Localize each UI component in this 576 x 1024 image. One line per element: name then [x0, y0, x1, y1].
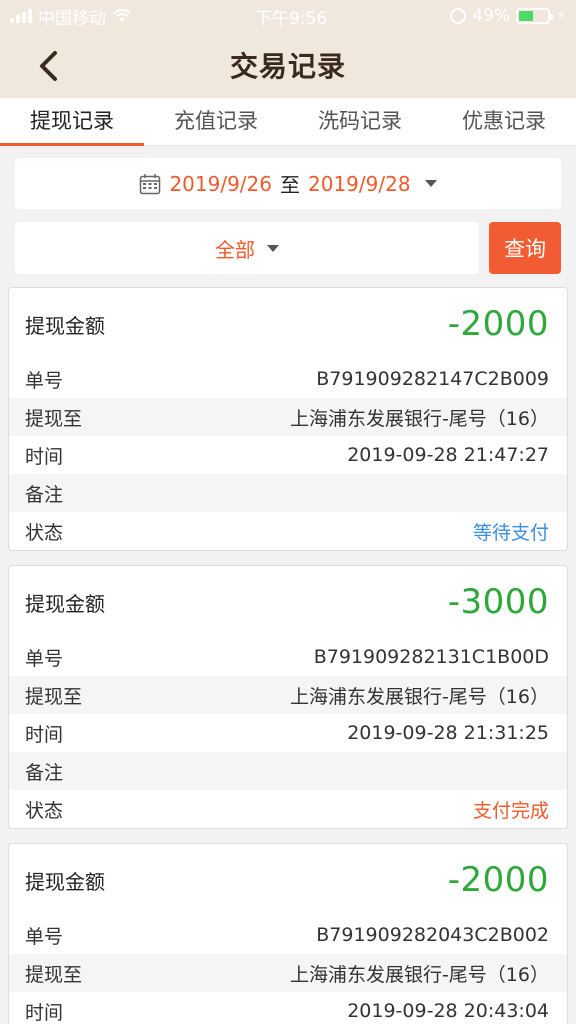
tab-deposit-records[interactable]: 充值记录 — [144, 98, 288, 145]
amount-value: -2000 — [447, 304, 549, 344]
battery-level — [519, 11, 533, 21]
page-title: 交易记录 — [229, 50, 346, 83]
time-label: 时间 — [25, 445, 64, 468]
destination-value: 上海浦东发展银行-尾号（16） — [289, 685, 549, 708]
order-row: 单号 B791909282147C2B009 — [9, 360, 567, 398]
chevron-left-icon — [40, 51, 57, 81]
wifi-icon — [112, 9, 132, 22]
time-row: 时间 2019-09-28 21:47:27 — [9, 436, 567, 474]
back-button[interactable] — [28, 46, 68, 86]
status-right: 49% ⚡ — [450, 6, 566, 26]
destination-row: 提现至 上海浦东发展银行-尾号（16） — [9, 954, 567, 992]
rotation-lock-icon — [450, 8, 467, 24]
carrier-label: 中国移动 — [38, 8, 106, 29]
signal-icon — [10, 9, 32, 23]
destination-value: 上海浦东发展银行-尾号（16） — [289, 407, 549, 430]
note-label: 备注 — [25, 483, 64, 506]
status-label: 状态 — [25, 799, 64, 822]
note-row: 备注 — [9, 752, 567, 790]
status-row: 状态 等待支付 — [9, 512, 567, 550]
amount-label: 提现金额 — [25, 591, 105, 616]
tab-bar: 提现记录 充值记录 洗码记录 优惠记录 — [0, 98, 576, 146]
top-bar: 中国移动 下午9:56 49% ⚡ 交易记录 — [0, 0, 576, 98]
time-row: 时间 2019-09-28 21:31:25 — [9, 714, 567, 752]
time-value: 2019-09-28 21:31:25 — [347, 722, 549, 744]
nav-header: 交易记录 — [0, 32, 576, 98]
time-label: 时间 — [25, 723, 64, 746]
tab-promotion-records[interactable]: 优惠记录 — [432, 98, 576, 145]
order-value: B791909282147C2B009 — [316, 368, 549, 390]
amount-label: 提现金额 — [25, 869, 105, 894]
status-bar: 中国移动 下午9:56 49% ⚡ — [0, 0, 576, 32]
battery-percent: 49% — [472, 6, 511, 26]
order-label: 单号 — [25, 925, 64, 948]
amount-label: 提现金额 — [25, 313, 105, 338]
amount-value: -2000 — [447, 860, 549, 900]
note-label: 备注 — [25, 761, 64, 784]
filter-row: 全部 查询 — [15, 222, 561, 274]
tab-rebate-records[interactable]: 洗码记录 — [288, 98, 432, 145]
record-card: 提现金额 -3000 单号 B791909282131C1B00D 提现至 上海浦东… — [8, 565, 568, 829]
status-row: 状态 支付完成 — [9, 790, 567, 828]
record-header: 提现金额 -2000 — [9, 844, 567, 916]
charging-bolt-icon: ⚡ — [556, 8, 566, 24]
status-badge: 等待支付 — [472, 521, 549, 544]
calendar-icon — [140, 173, 161, 194]
status-label: 状态 — [25, 521, 64, 544]
order-value: B791909282043C2B002 — [316, 924, 549, 946]
battery-icon — [516, 8, 554, 24]
start-date[interactable]: 2019/9/26 — [169, 172, 272, 196]
chevron-down-icon — [424, 180, 437, 187]
destination-value: 上海浦东发展银行-尾号（16） — [289, 963, 549, 986]
type-select[interactable]: 全部 — [15, 222, 479, 274]
order-row: 单号 B791909282131C1B00D — [9, 638, 567, 676]
amount-value: -3000 — [447, 582, 549, 622]
destination-label: 提现至 — [25, 407, 83, 430]
note-row: 备注 — [9, 474, 567, 512]
record-header: 提现金额 -3000 — [9, 566, 567, 638]
time-row: 时间 2019-09-28 20:43:04 — [9, 992, 567, 1024]
destination-row: 提现至 上海浦东发展银行-尾号（16） — [9, 398, 567, 436]
status-badge: 支付完成 — [472, 799, 549, 822]
destination-row: 提现至 上海浦东发展银行-尾号（16） — [9, 676, 567, 714]
record-header: 提现金额 -2000 — [9, 288, 567, 360]
clock-label: 下午9:56 — [255, 8, 328, 29]
time-value: 2019-09-28 20:43:04 — [347, 1000, 549, 1022]
time-label: 时间 — [25, 1001, 64, 1024]
order-label: 单号 — [25, 647, 64, 670]
time-value: 2019-09-28 21:47:27 — [347, 444, 549, 466]
record-card: 提现金额 -2000 单号 B791909282043C2B002 提现至 上海浦东… — [8, 843, 568, 1024]
order-value: B791909282131C1B00D — [313, 646, 549, 668]
query-button[interactable]: 查询 — [489, 222, 561, 274]
record-list: 提现金额 -2000 单号 B791909282147C2B009 提现至 上海浦东… — [8, 287, 568, 1024]
destination-label: 提现至 — [25, 685, 83, 708]
order-label: 单号 — [25, 369, 64, 392]
status-left: 中国移动 — [10, 4, 132, 29]
tab-withdraw-records[interactable]: 提现记录 — [0, 98, 144, 146]
date-range-picker[interactable]: 2019/9/26 至 2019/9/28 — [15, 158, 561, 209]
destination-label: 提现至 — [25, 963, 83, 986]
chevron-down-icon — [267, 244, 279, 252]
order-row: 单号 B791909282043C2B002 — [9, 916, 567, 954]
end-date[interactable]: 2019/9/28 — [308, 172, 411, 196]
record-card: 提现金额 -2000 单号 B791909282147C2B009 提现至 上海浦东… — [8, 287, 568, 551]
type-select-value: 全部 — [215, 237, 255, 262]
date-separator: 至 — [280, 173, 300, 197]
